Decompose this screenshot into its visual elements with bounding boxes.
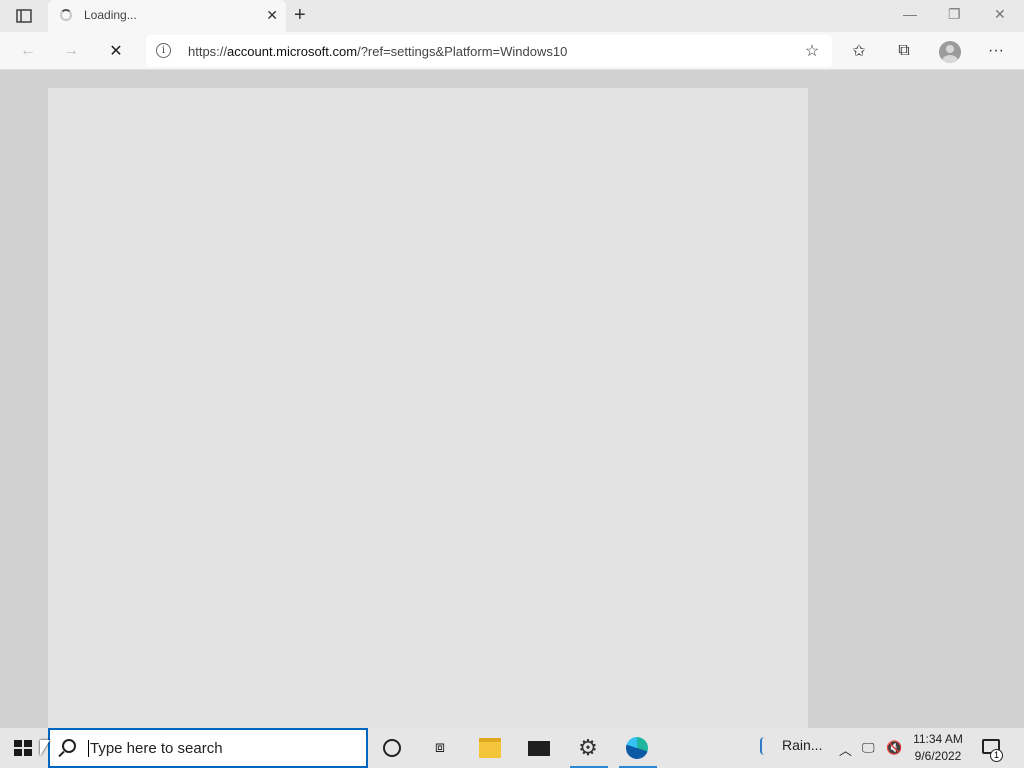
taskbar-search-box[interactable]: Type here to search: [48, 728, 368, 768]
search-icon: [62, 739, 76, 753]
url-text[interactable]: https://account.microsoft.com/?ref=setti…: [188, 44, 567, 59]
mouse-cursor-icon: [40, 740, 50, 756]
weather-label: Rain...: [782, 737, 823, 753]
more-icon[interactable]: ···: [985, 40, 1007, 62]
system-clock[interactable]: 11:34 AM 9/6/2022: [906, 731, 970, 765]
star-plus-icon[interactable]: ☆: [801, 40, 823, 62]
profile-avatar[interactable]: [939, 41, 961, 63]
tab-actions-icon[interactable]: [10, 7, 38, 25]
page-viewport: [0, 70, 1024, 728]
clock-time: 11:34 AM: [913, 732, 963, 746]
network-icon[interactable]: 🖵: [862, 740, 875, 756]
collections-icon[interactable]: ⧉: [893, 40, 915, 62]
tab-strip: Loading... ✕ + — ❐ ✕: [0, 0, 1024, 32]
new-tab-icon[interactable]: +: [294, 5, 306, 25]
notification-count-badge: 1: [990, 749, 1003, 762]
address-bar[interactable]: i https://account.microsoft.com/?ref=set…: [146, 35, 832, 67]
arrow-right-icon[interactable]: →: [60, 40, 82, 62]
browser-tab[interactable]: Loading... ✕: [48, 0, 286, 32]
settings-gear-icon[interactable]: ⚙: [576, 735, 600, 760]
favorites-icon[interactable]: ✩: [848, 40, 870, 62]
task-view-icon[interactable]: ⧈: [428, 736, 452, 760]
volume-muted-icon[interactable]: 🔇: [886, 740, 902, 756]
close-tab-icon[interactable]: ✕: [266, 8, 278, 22]
arrow-left-icon[interactable]: ←: [17, 40, 39, 62]
taskbar: Type here to search ⧈ ⚙ Rain... ︿ 🖵 🔇 11…: [0, 728, 1024, 768]
mail-icon[interactable]: [527, 736, 551, 760]
file-explorer-icon[interactable]: [478, 736, 502, 760]
tab-title: Loading...: [84, 8, 137, 22]
search-placeholder[interactable]: Type here to search: [88, 740, 223, 757]
clock-date: 9/6/2022: [914, 749, 962, 763]
edge-browser-icon[interactable]: [625, 736, 649, 760]
minimize-icon[interactable]: —: [903, 6, 917, 22]
weather-widget[interactable]: Rain...: [760, 737, 823, 756]
stop-loading-icon[interactable]: ✕: [105, 40, 127, 62]
navigation-bar: ← → ✕ i https://account.microsoft.com/?r…: [0, 32, 1024, 70]
chevron-up-icon[interactable]: ︿: [839, 740, 852, 759]
loading-spinner-icon: [60, 9, 72, 21]
cortana-icon[interactable]: [380, 736, 404, 760]
site-info-icon[interactable]: i: [156, 43, 171, 58]
loading-content-panel: [48, 88, 808, 728]
restore-icon[interactable]: ❐: [948, 6, 961, 23]
umbrella-icon: [760, 737, 768, 756]
window-close-icon[interactable]: ✕: [994, 6, 1006, 23]
windows-start-icon[interactable]: [14, 740, 32, 756]
